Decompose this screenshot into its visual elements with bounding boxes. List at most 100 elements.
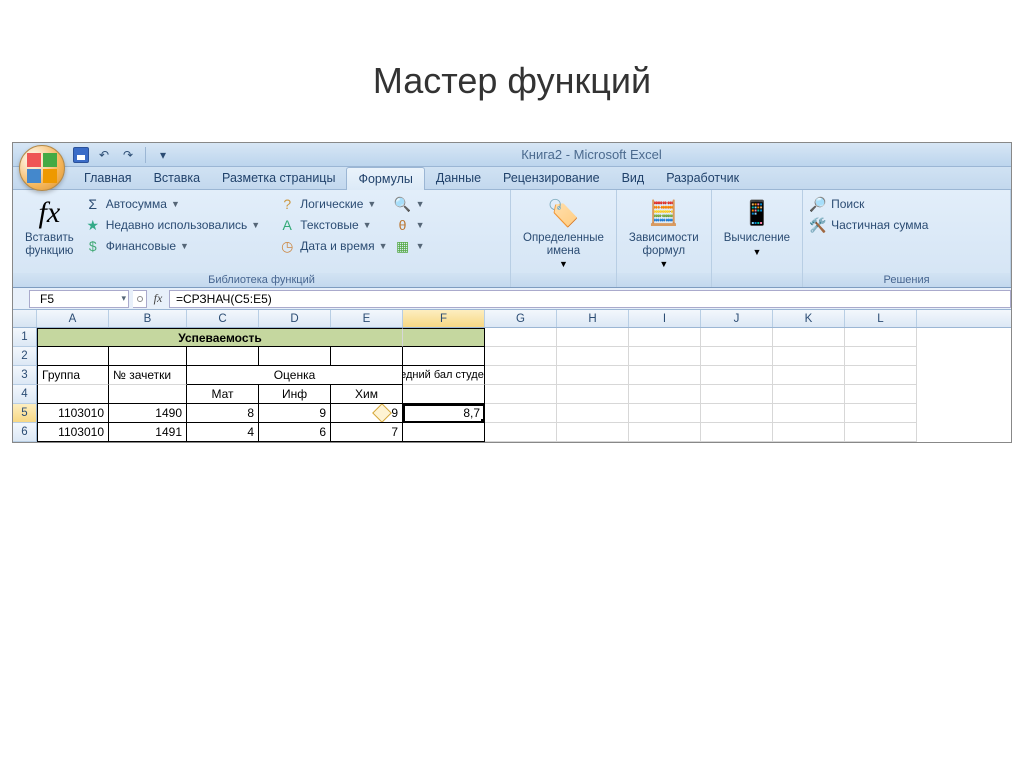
col-header-E[interactable]: E [331, 310, 403, 327]
col-header-B[interactable]: B [109, 310, 187, 327]
col-header-D[interactable]: D [259, 310, 331, 327]
cell-B2[interactable] [109, 347, 187, 366]
cell-F1[interactable] [403, 328, 485, 347]
col-header-K[interactable]: K [773, 310, 845, 327]
cell-A4[interactable] [37, 385, 109, 404]
logical-button[interactable]: ? Логические ▼ [278, 194, 387, 214]
financial-button[interactable]: $ Финансовые ▼ [84, 236, 260, 256]
more-functions-button[interactable]: ▦ ▼ [394, 236, 425, 256]
cell-F4[interactable] [403, 385, 485, 404]
col-header-C[interactable]: C [187, 310, 259, 327]
cell-F3[interactable]: Средний бал студента [403, 366, 485, 385]
undo-icon[interactable]: ↶ [95, 146, 113, 164]
cell-F5[interactable]: 8,7 [403, 404, 485, 423]
cell-E2[interactable] [331, 347, 403, 366]
cell-H6[interactable] [557, 423, 629, 442]
cell-J3[interactable] [701, 366, 773, 385]
cell-L5[interactable] [845, 404, 917, 423]
tab-developer[interactable]: Разработчик [655, 167, 750, 189]
namebox-expand[interactable] [133, 290, 147, 308]
cell-I3[interactable] [629, 366, 701, 385]
save-icon[interactable] [73, 147, 89, 163]
qat-customize-icon[interactable]: ▾ [154, 146, 172, 164]
select-all-corner[interactable] [13, 310, 37, 327]
cell-C2[interactable] [187, 347, 259, 366]
cell-K2[interactable] [773, 347, 845, 366]
cell-B6[interactable]: 1491 [109, 423, 187, 442]
cell-F6[interactable] [403, 423, 485, 442]
redo-icon[interactable]: ↷ [119, 146, 137, 164]
cell-C6[interactable]: 4 [187, 423, 259, 442]
cell-D5[interactable]: 9 [259, 404, 331, 423]
cell-C5[interactable]: 8 [187, 404, 259, 423]
cell-A5[interactable]: 1103010 [37, 404, 109, 423]
cell-H5[interactable] [557, 404, 629, 423]
recent-functions-button[interactable]: ★ Недавно использовались ▼ [84, 215, 260, 235]
cell-G3[interactable] [485, 366, 557, 385]
cell-D6[interactable]: 6 [259, 423, 331, 442]
insert-function-button[interactable]: fx Вставить функцию [19, 194, 80, 259]
row-header-4[interactable]: 4 [13, 385, 37, 404]
formula-input[interactable]: =СРЗНАЧ(C5:E5) [169, 290, 1011, 308]
cell-L2[interactable] [845, 347, 917, 366]
trace-dependents-button[interactable]: 🧮 Зависимости формул ▼ [623, 194, 705, 271]
cell-L6[interactable] [845, 423, 917, 442]
cell-B5[interactable]: 1490 [109, 404, 187, 423]
tab-view[interactable]: Вид [611, 167, 656, 189]
math-button[interactable]: θ ▼ [394, 215, 425, 235]
calculation-button[interactable]: 📱 Вычисление ▼ [718, 194, 796, 259]
cell-D4[interactable]: Инф [259, 385, 331, 404]
text-button[interactable]: A Текстовые ▼ [278, 215, 387, 235]
cell-B4[interactable] [109, 385, 187, 404]
tab-formulas[interactable]: Формулы [346, 167, 424, 190]
cell-J2[interactable] [701, 347, 773, 366]
cell-L1[interactable] [845, 328, 917, 347]
tab-insert[interactable]: Вставка [143, 167, 211, 189]
cell-L3[interactable] [845, 366, 917, 385]
cell-G5[interactable] [485, 404, 557, 423]
row-header-6[interactable]: 6 [13, 423, 37, 442]
cell-J5[interactable] [701, 404, 773, 423]
cell-J1[interactable] [701, 328, 773, 347]
tab-page-layout[interactable]: Разметка страницы [211, 167, 346, 189]
search-button[interactable]: 🔎 Поиск [809, 194, 928, 214]
tab-data[interactable]: Данные [425, 167, 492, 189]
cell-K4[interactable] [773, 385, 845, 404]
col-header-G[interactable]: G [485, 310, 557, 327]
fx-button[interactable]: fx [147, 291, 169, 306]
row-header-3[interactable]: 3 [13, 366, 37, 385]
cell-A1-merged[interactable]: Успеваемость [37, 328, 403, 347]
cell-H4[interactable] [557, 385, 629, 404]
col-header-F[interactable]: F [403, 310, 485, 327]
col-header-J[interactable]: J [701, 310, 773, 327]
cell-H2[interactable] [557, 347, 629, 366]
cell-B3[interactable]: № зачетки [109, 366, 187, 385]
cell-A2[interactable] [37, 347, 109, 366]
cell-E4[interactable]: Хим [331, 385, 403, 404]
cell-K5[interactable] [773, 404, 845, 423]
col-header-I[interactable]: I [629, 310, 701, 327]
cell-I2[interactable] [629, 347, 701, 366]
cell-K6[interactable] [773, 423, 845, 442]
cell-A6[interactable]: 1103010 [37, 423, 109, 442]
cell-G6[interactable] [485, 423, 557, 442]
cell-J6[interactable] [701, 423, 773, 442]
cell-E6[interactable]: 7 [331, 423, 403, 442]
cell-I6[interactable] [629, 423, 701, 442]
tab-review[interactable]: Рецензирование [492, 167, 611, 189]
cell-G2[interactable] [485, 347, 557, 366]
cell-G1[interactable] [485, 328, 557, 347]
autosum-button[interactable]: Σ Автосумма ▼ [84, 194, 260, 214]
row-header-5[interactable]: 5 [13, 404, 37, 423]
cell-I1[interactable] [629, 328, 701, 347]
partial-sum-button[interactable]: 🛠️ Частичная сумма [809, 215, 928, 235]
lookup-button[interactable]: 🔍 ▼ [394, 194, 425, 214]
cell-H1[interactable] [557, 328, 629, 347]
tab-home[interactable]: Главная [73, 167, 143, 189]
cell-H3[interactable] [557, 366, 629, 385]
cell-J4[interactable] [701, 385, 773, 404]
cell-E5[interactable]: 9 [331, 404, 403, 423]
name-box[interactable]: F5 [29, 290, 129, 308]
cell-F2[interactable] [403, 347, 485, 366]
row-header-1[interactable]: 1 [13, 328, 37, 347]
